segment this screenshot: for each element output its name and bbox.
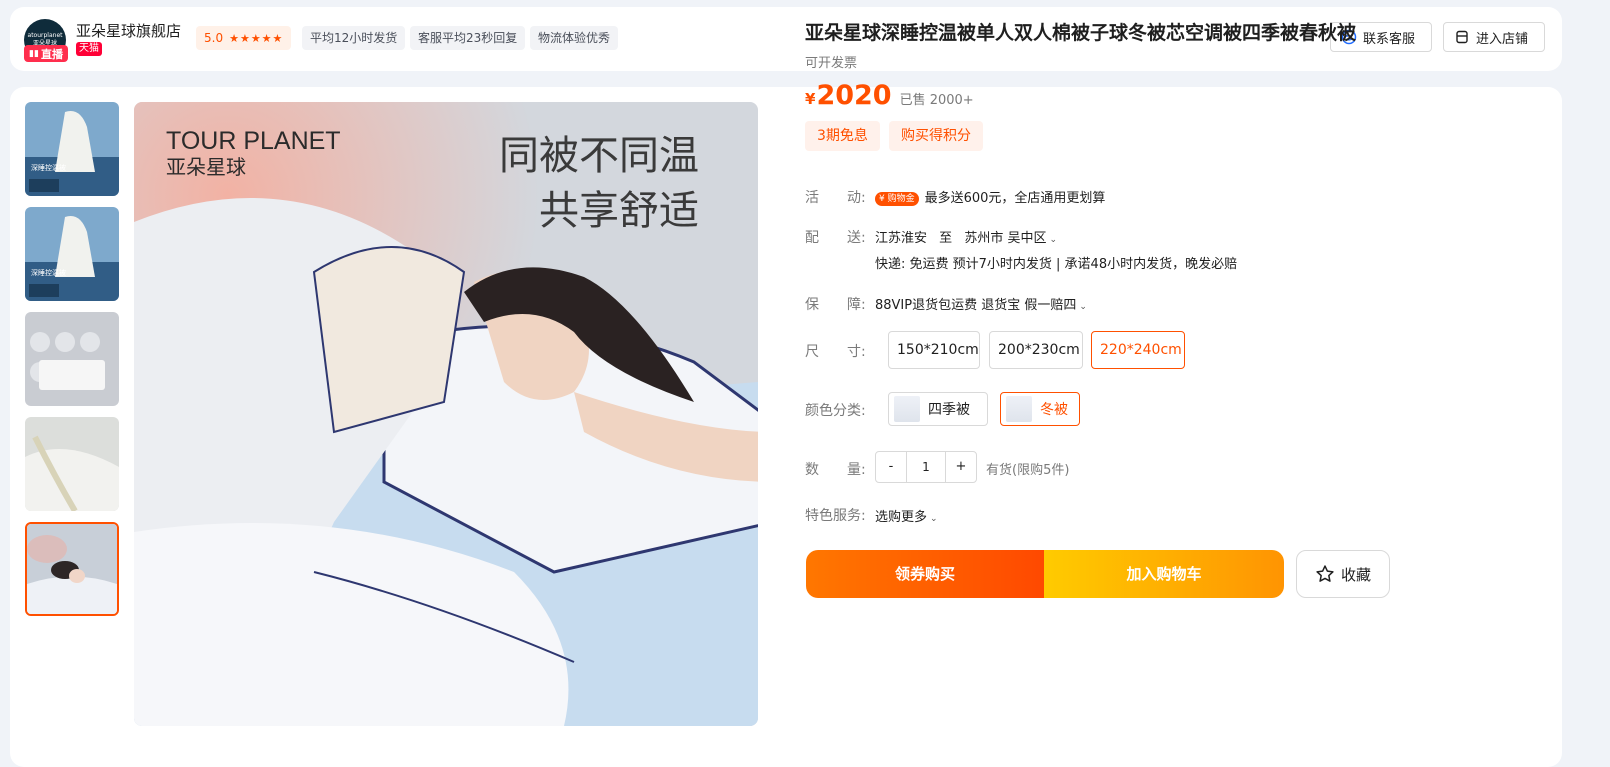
sold-count: 已售 2000+ [899,93,974,108]
tag-service: 客服平均23秒回复 [410,26,526,50]
thumbnail-4[interactable] [25,417,119,511]
coupon-badge-icon: ¥ [879,193,888,204]
product-panel: 深睡控温被 深睡控温被 TOUR PLANET 亚朵星球 同被不同温 共享舒适 [10,87,1562,767]
thumbnail-4-image [25,417,119,511]
price-row: ¥2020 已售 2000+ [805,80,974,111]
delivery-route: 江苏淮安 至 苏州市 吴中区 ⌄ [875,227,1057,246]
thumbnail-3[interactable] [25,312,119,406]
hero-brand-cn-text: 亚朵星球 [166,155,246,179]
buy-with-coupon-button[interactable]: 领券购买 [806,550,1044,598]
promo-tag-installment[interactable]: 3期免息 [805,121,880,151]
live-badge[interactable]: ▮▮ 直播 [24,45,68,62]
promo-tag-points[interactable]: 购买得积分 [889,121,983,151]
color-option-thumbnail [894,396,920,422]
activity-text: 最多送600元，全店通用更划算 [924,191,1106,206]
favorite-label: 收藏 [1340,565,1371,584]
delivery-from: 江苏淮安 [875,231,928,246]
hero-image[interactable]: TOUR PLANET 亚朵星球 同被不同温 共享舒适 [134,102,758,726]
chevron-down-icon: ⌄ [1049,235,1057,245]
color-option-winter[interactable]: 冬被 [1000,392,1080,426]
hero-illustration: TOUR PLANET 亚朵星球 同被不同温 共享舒适 [134,102,758,726]
coupon-badge: ¥ 购物金 [875,191,919,206]
store-rating: 5.0 ★★★★★ [196,26,292,50]
live-icon: ▮▮ [29,48,39,59]
coupon-badge-label: 购物金 [887,193,915,204]
thumbnail-5-image [27,524,117,614]
service-dropdown[interactable]: 选购更多 ⌄ [875,506,938,525]
thumbnail-2-image: 深睡控温被 [25,207,119,301]
live-label: 直播 [40,47,63,61]
quantity-decrease-button[interactable]: - [876,452,906,482]
guarantee-dropdown[interactable]: 88VIP退货包运费 退货宝 假一赔四 ⌄ [875,294,1087,313]
price-value: 2020 [816,80,892,111]
chevron-down-icon: ⌄ [1079,302,1087,312]
quantity-input[interactable]: 1 [906,452,946,482]
delivery-destination-select[interactable]: 苏州市 吴中区 ⌄ [964,231,1057,246]
guarantee-label: 保 障: [805,297,866,313]
thumbnail-1-image: 深睡控温被 [25,102,119,196]
delivery-to-word: 至 [939,231,953,246]
product-title: 亚朵星球深睡控温被单人双人棉被子球冬被芯空调被四季被春秋被 [805,22,1357,44]
thumbnail-1-caption: 深睡控温被 [31,163,66,172]
color-label: 颜色分类: [805,403,866,419]
tmall-badge: 天猫 [76,42,102,56]
tag-shipping: 平均12小时发货 [302,26,406,50]
thumbnail-3-image [25,312,119,406]
invoice-note: 可开发票 [805,56,858,71]
enter-store-button[interactable]: 进入店铺 [1443,22,1545,52]
thumbnail-5[interactable] [25,522,119,616]
chevron-down-icon: ⌄ [930,514,938,524]
add-to-cart-button[interactable]: 加入购物车 [1044,550,1284,598]
color-option-all-season[interactable]: 四季被 [888,392,988,426]
store-name[interactable]: 亚朵星球旗舰店 [76,20,181,41]
rating-value: 5.0 [204,31,224,45]
contact-service-label: 联系客服 [1363,31,1416,47]
hero-slogan-line2: 共享舒适 [539,188,699,234]
quantity-increase-button[interactable]: + [946,452,976,482]
color-option-thumbnail [1006,396,1032,422]
currency-symbol: ¥ [805,90,816,108]
thumbnail-2-caption: 深睡控温被 [31,268,66,277]
guarantee-text: 88VIP退货包运费 退货宝 假一赔四 [875,298,1077,313]
thumbnail-2[interactable]: 深睡控温被 [25,207,119,301]
thumbnail-list: 深睡控温被 深睡控温被 [25,102,119,627]
delivery-label: 配 送: [805,230,866,246]
size-label: 尺 寸: [805,344,866,360]
color-option-label: 冬被 [1040,402,1068,418]
quantity-stepper: - 1 + [875,451,977,483]
delivery-detail: 快递: 免运费 预计7小时内发货 | 承诺48小时内发货，晚发必赔 [875,257,1238,272]
size-option-200x230[interactable]: 200*230cm [989,331,1083,369]
star-icon [1316,565,1334,582]
service-label: 特色服务: [805,508,866,524]
tag-logistics: 物流体验优秀 [530,26,619,50]
enter-store-label: 进入店铺 [1476,31,1529,47]
size-option-220x240[interactable]: 220*240cm [1091,331,1185,369]
store-icon [1456,30,1468,44]
price: ¥2020 [805,80,892,111]
color-option-label: 四季被 [928,402,970,418]
thumbnail-1[interactable]: 深睡控温被 [25,102,119,196]
hero-slogan-line1: 同被不同温 [499,133,699,179]
service-text: 选购更多 [875,510,928,525]
favorite-button[interactable]: 收藏 [1296,550,1390,598]
activity-label: 活 动: [805,190,866,206]
activity-info[interactable]: ¥ 购物金 最多送600元，全店通用更划算 [875,187,1105,206]
rating-stars-icon: ★★★★★ [229,32,284,45]
stock-status: 有货(限购5件) [986,463,1070,478]
quantity-label: 数 量: [805,462,866,478]
hero-brand-text: TOUR PLANET [166,127,341,155]
size-option-150x210[interactable]: 150*210cm [888,331,980,369]
delivery-to: 苏州市 吴中区 [964,231,1047,246]
